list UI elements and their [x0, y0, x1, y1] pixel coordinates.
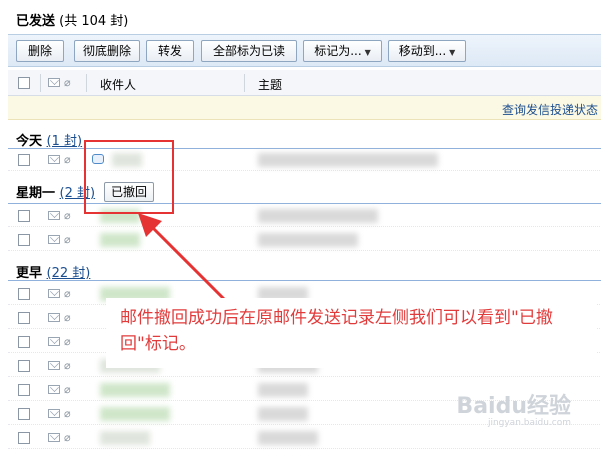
envelope-icon	[48, 409, 60, 418]
group-monday-label: 星期一	[16, 186, 56, 201]
paperclip-icon: ⌀	[64, 407, 71, 420]
recipient-column-header[interactable]: 收件人	[100, 76, 136, 93]
recipient-redacted	[100, 407, 170, 421]
move-to-dropdown[interactable]: 移动到... ▼	[388, 40, 466, 62]
delete-permanently-button[interactable]: 彻底删除	[74, 40, 140, 62]
envelope-icon	[48, 361, 60, 370]
watermark-url: jingyan.baidu.com	[487, 418, 571, 428]
group-earlier-label: 更早	[16, 266, 43, 281]
watermark-logo: Baidu经验 jingyan.baidu.com	[456, 388, 571, 428]
subject-redacted	[258, 153, 438, 167]
envelope-icon	[48, 235, 60, 244]
watermark-brand: Baidu经验	[456, 394, 571, 419]
select-all-checkbox[interactable]	[18, 77, 30, 89]
mark-all-read-button[interactable]: 全部标为已读	[201, 40, 297, 62]
subject-redacted	[258, 407, 308, 421]
subject-column-header[interactable]: 主题	[258, 76, 282, 93]
group-earlier: 更早 (22 封)	[16, 262, 90, 281]
envelope-icon	[48, 385, 60, 394]
envelope-icon	[48, 313, 60, 322]
row-checkbox[interactable]	[18, 384, 30, 396]
row-checkbox[interactable]	[18, 312, 30, 324]
mail-row[interactable]: ⌀	[8, 427, 601, 449]
group-today: 今天 (1 封)	[16, 130, 82, 149]
subject-redacted	[258, 431, 318, 445]
group-divider	[8, 280, 601, 281]
highlight-box	[84, 140, 174, 214]
page-title-count: (共 104 封)	[59, 14, 129, 29]
envelope-icon	[48, 155, 60, 164]
envelope-icon	[48, 289, 60, 298]
row-checkbox[interactable]	[18, 288, 30, 300]
subject-redacted	[258, 209, 378, 223]
subject-redacted	[258, 233, 358, 247]
paperclip-icon: ⌀	[64, 335, 71, 348]
delivery-status-link[interactable]: 查询发信投递状态	[502, 101, 598, 118]
move-to-label: 移动到...	[398, 44, 447, 58]
row-checkbox[interactable]	[18, 336, 30, 348]
paperclip-icon: ⌀	[64, 233, 71, 246]
column-divider	[244, 74, 245, 92]
chevron-down-icon: ▼	[449, 48, 456, 57]
recipient-redacted	[100, 383, 170, 397]
row-checkbox[interactable]	[18, 234, 30, 246]
page-title-text: 已发送	[16, 14, 56, 29]
delete-button[interactable]: 删除	[16, 40, 64, 62]
forward-button[interactable]: 转发	[146, 40, 194, 62]
paperclip-icon: ⌀	[64, 311, 71, 324]
row-checkbox[interactable]	[18, 408, 30, 420]
mark-as-label: 标记为...	[314, 44, 362, 58]
group-today-label: 今天	[16, 134, 43, 149]
row-checkbox[interactable]	[18, 360, 30, 372]
page-title: 已发送 (共 104 封)	[16, 10, 128, 30]
group-earlier-count[interactable]: (22 封)	[47, 266, 91, 281]
row-checkbox[interactable]	[18, 154, 30, 166]
envelope-icon	[48, 78, 60, 87]
row-checkbox[interactable]	[18, 432, 30, 444]
paperclip-icon: ⌀	[64, 431, 71, 444]
paperclip-icon: ⌀	[64, 209, 71, 222]
paperclip-icon: ⌀	[64, 359, 71, 372]
mail-row[interactable]: ⌀	[8, 229, 601, 251]
paperclip-icon: ⌀	[64, 76, 71, 89]
envelope-icon	[48, 433, 60, 442]
group-today-count[interactable]: (1 封)	[47, 134, 83, 149]
envelope-icon	[48, 337, 60, 346]
row-checkbox[interactable]	[18, 210, 30, 222]
chevron-down-icon: ▼	[364, 48, 371, 57]
paperclip-icon: ⌀	[64, 287, 71, 300]
envelope-icon	[48, 211, 60, 220]
paperclip-icon: ⌀	[64, 383, 71, 396]
subject-redacted	[258, 383, 308, 397]
notice-bar: 查询发信投递状态	[8, 96, 601, 120]
toolbar: 删除 彻底删除 转发 全部标为已读 标记为... ▼ 移动到... ▼	[8, 34, 601, 67]
paperclip-icon: ⌀	[64, 153, 71, 166]
column-divider	[40, 74, 41, 92]
column-divider	[86, 74, 87, 92]
annotation-text: 邮件撤回成功后在原邮件发送记录左侧我们可以看到"已撤回"标记。	[120, 308, 553, 354]
column-header: ⌀ 收件人 主题	[8, 70, 601, 96]
recipient-redacted	[100, 431, 150, 445]
mark-as-dropdown[interactable]: 标记为... ▼	[303, 40, 382, 62]
